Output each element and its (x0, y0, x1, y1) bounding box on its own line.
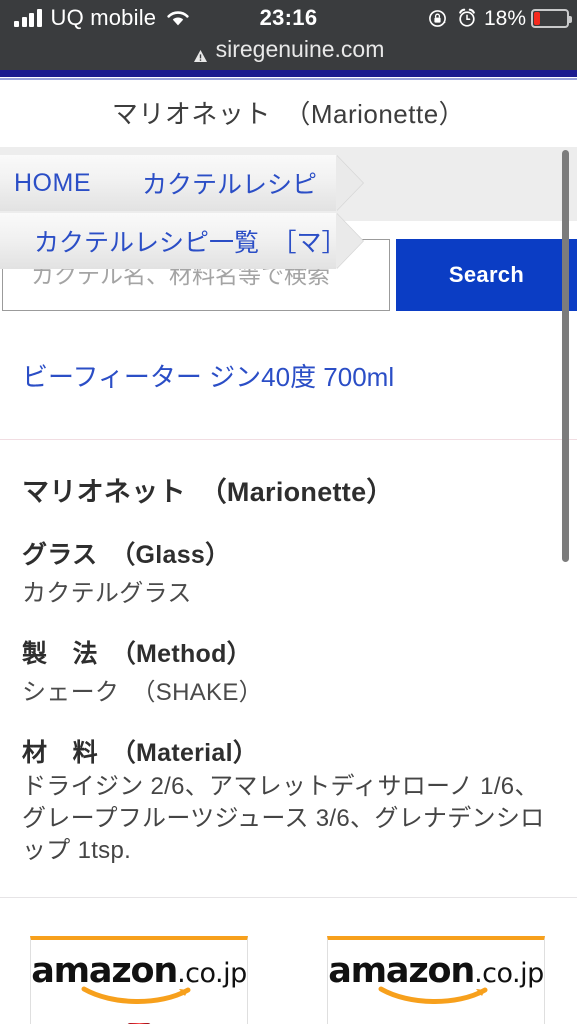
phone-screen: UQ mobile 23:16 18% siregenuine.com マリオネ… (0, 0, 577, 1024)
site-warning-icon (193, 42, 208, 62)
status-bar: UQ mobile 23:16 18% siregenuine.com (0, 0, 577, 70)
breadcrumb-label: カクテルレシピ一覧 ［マ］ (34, 229, 347, 257)
breadcrumb-chevron-icon (336, 213, 363, 269)
breadcrumb-item-home[interactable]: HOME (0, 155, 139, 211)
battery-icon (531, 8, 572, 28)
amazon-smile-icon (377, 985, 495, 1005)
webpage-content: マリオネット （Marionette） HOME カクテルレシピ カクテルレシピ… (0, 70, 577, 1024)
url-bar[interactable]: siregenuine.com (0, 30, 577, 68)
amazon-logo: amazon.co.jp (328, 940, 544, 1005)
vertical-scrollbar[interactable] (562, 150, 569, 562)
breadcrumb-chevron-icon (336, 155, 363, 211)
amazon-logo: amazon.co.jp (31, 940, 247, 1005)
battery-percent-label: 18% (483, 6, 526, 30)
amazon-ad-right[interactable]: amazon.co.jp (327, 935, 545, 1024)
recipe-field-label-material: 材 料 （Material） (22, 739, 259, 767)
recipe-section: マリオネット （Marionette） グラス （Glass） カクテルグラス … (0, 470, 577, 867)
page-title: マリオネット （Marionette） (111, 99, 466, 129)
breadcrumb: HOME カクテルレシピ カクテルレシピ一覧 ［マ］ (0, 147, 577, 269)
ad-row: amazon.co.jp amazon.co.jp (0, 898, 577, 1024)
recipe-field-value-method: シェーク （SHAKE） (22, 679, 263, 706)
amazon-logo-text: amazon.co.jp (31, 953, 247, 989)
recipe-field-label-glass: グラス （Glass） (22, 541, 231, 569)
section-divider-top (0, 439, 577, 440)
amazon-ad-left[interactable]: amazon.co.jp (30, 935, 248, 1024)
recipe-name: マリオネット （Marionette） (22, 477, 394, 507)
breadcrumb-item-recipe-list[interactable]: カクテルレシピ一覧 ［マ］ (0, 213, 363, 269)
breadcrumb-item-cocktail-recipes[interactable]: カクテルレシピ (112, 155, 363, 211)
recipe-field-value-material: ドライジン 2/6、アマレットディサローノ 1/6、グレープフルーツジュース 3… (22, 773, 545, 864)
search-button[interactable]: Search (396, 239, 577, 311)
recipe-field-label-method: 製 法 （Method） (22, 640, 252, 668)
site-top-band (0, 70, 577, 78)
status-bar-right: 18% (428, 3, 572, 33)
affiliate-product-link[interactable]: ビーフィーター ジン40度 700ml (0, 311, 577, 394)
url-text: siregenuine.com (215, 35, 385, 62)
amazon-smile-icon (80, 985, 198, 1005)
breadcrumb-label: カクテルレシピ (142, 171, 318, 199)
breadcrumb-label: HOME (14, 168, 91, 197)
amazon-logo-text: amazon.co.jp (328, 953, 544, 989)
recipe-field-value-glass: カクテルグラス (22, 580, 192, 607)
rotation-lock-icon (428, 9, 447, 28)
alarm-clock-icon (457, 8, 477, 28)
